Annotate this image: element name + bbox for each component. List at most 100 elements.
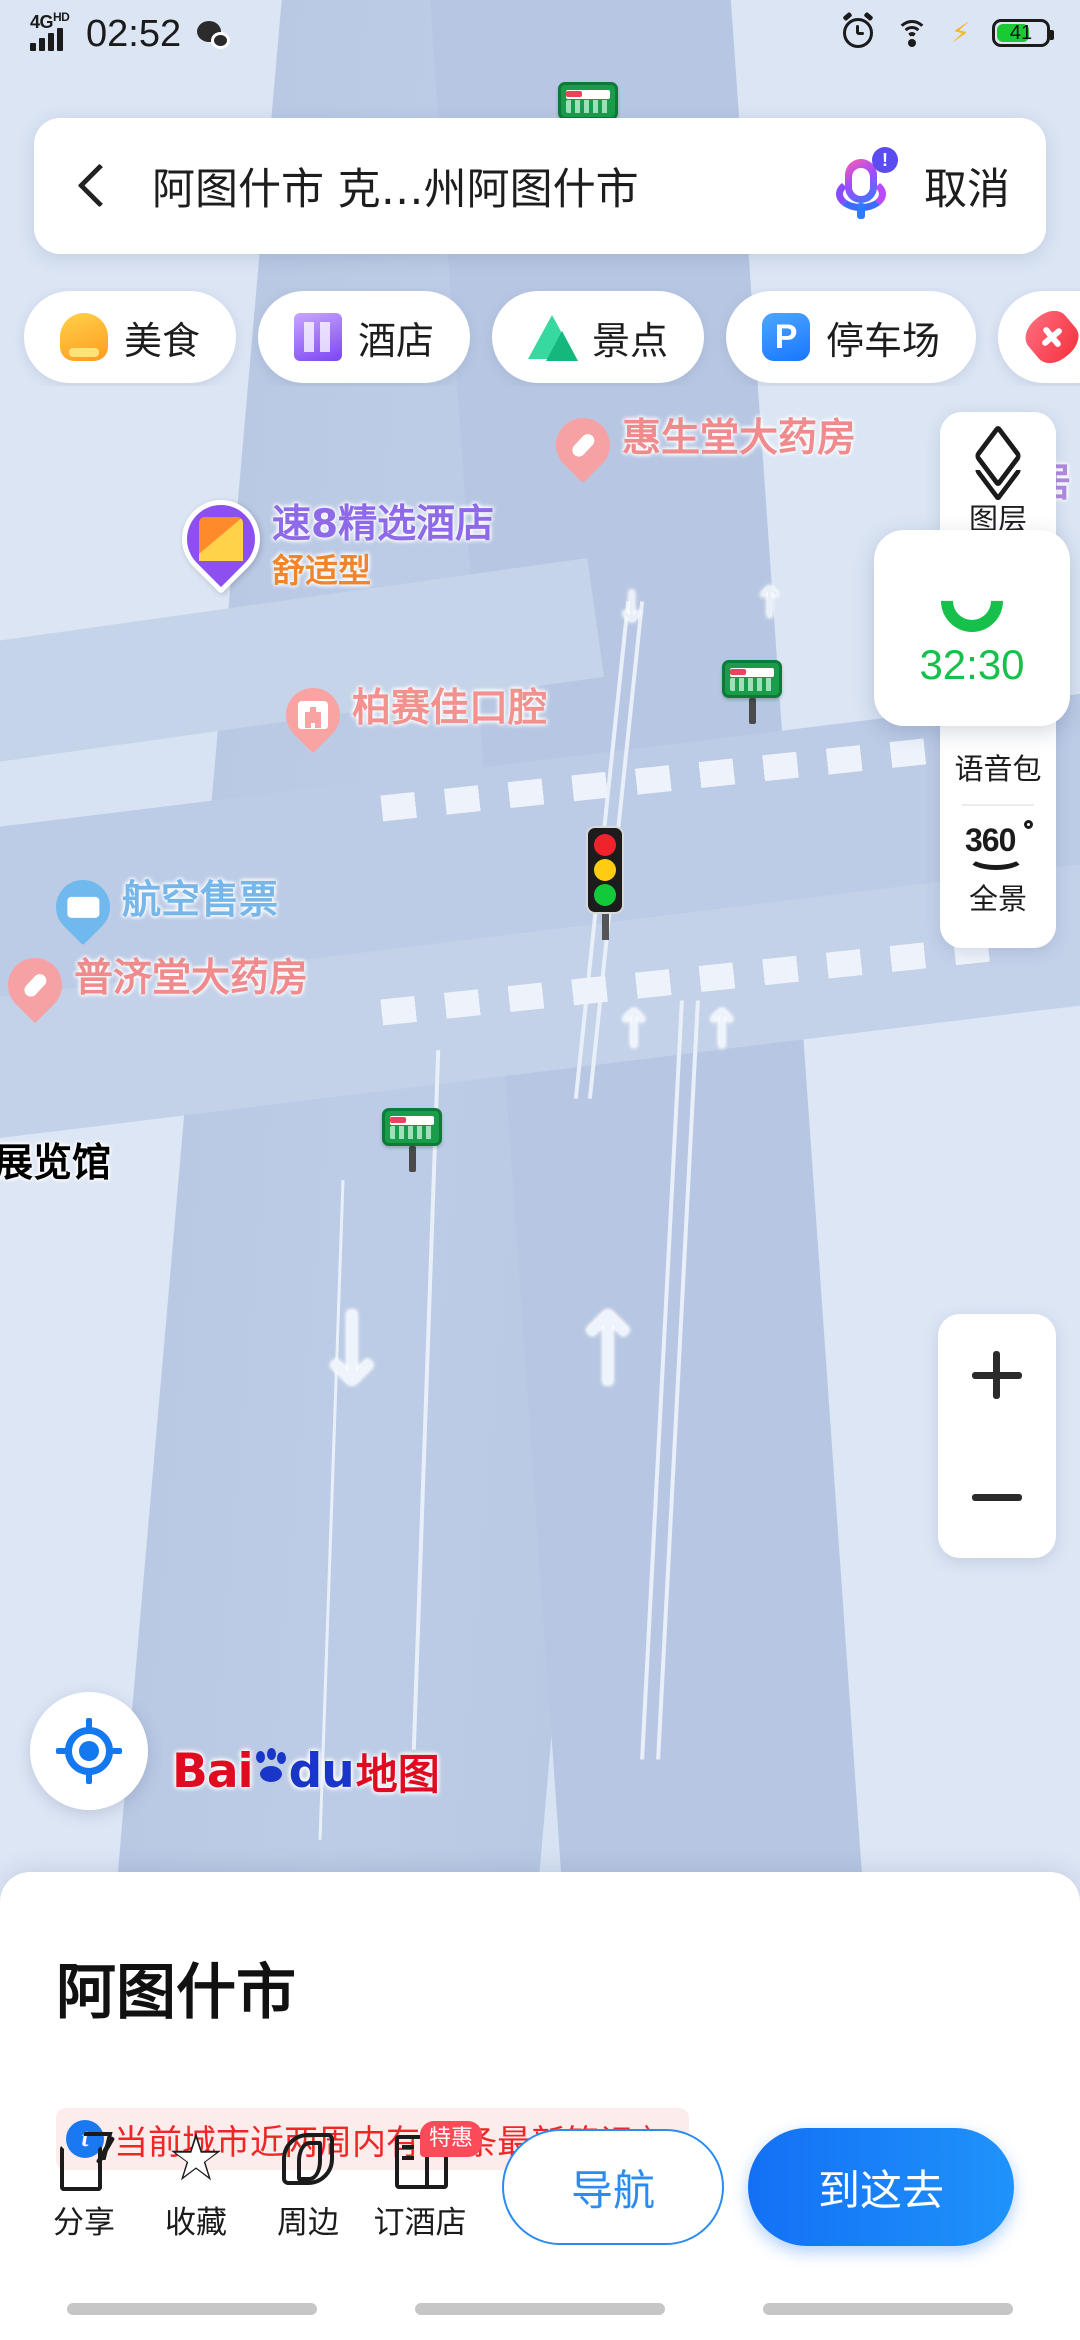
search-bar[interactable]: 阿图什市 克…州阿图什市 ! 取消 <box>34 118 1046 254</box>
book-hotel-label: 订酒店 <box>373 2204 467 2241</box>
parking-icon: P <box>762 313 811 361</box>
map-direction-arrow: ↓ <box>614 582 650 631</box>
search-input[interactable]: 阿图什市 克…州阿图什市 <box>152 155 826 217</box>
favorite-label: 收藏 <box>165 2204 227 2241</box>
action-bar[interactable]: 分享 收藏 周边 特惠 订酒店 导航 到这去 <box>0 2112 1080 2262</box>
wifi-icon <box>895 20 929 47</box>
poi-subtitle: 舒适型 <box>272 550 371 590</box>
map-edge-label-exhibition[interactable]: 展览馆 <box>0 1132 111 1188</box>
battery-icon: 41 <box>992 19 1054 47</box>
compass-icon <box>282 2132 334 2185</box>
chip-pharmacy[interactable] <box>998 291 1080 383</box>
wechat-icon <box>197 21 233 53</box>
logo-du-text: du <box>288 1744 355 1799</box>
green-road-sign-icon <box>382 1108 442 1172</box>
call-duration-label: 32:30 <box>919 641 1025 688</box>
share-button[interactable]: 分享 <box>28 2133 140 2242</box>
panorama-button[interactable]: 360 全景 <box>940 810 1056 930</box>
zoom-in-button[interactable] <box>938 1314 1056 1436</box>
ticket-pin-icon <box>44 868 122 946</box>
microphone-badge: ! <box>872 147 898 173</box>
chip-parking[interactable]: P 停车场 <box>726 291 977 383</box>
chip-hotel[interactable]: 酒店 <box>258 291 471 383</box>
baidu-paw-icon <box>255 1747 286 1785</box>
360-panorama-icon: 360 <box>965 820 1033 870</box>
locate-crosshair-icon <box>56 1718 122 1784</box>
logo-cn-text: 地图 <box>355 1750 440 1799</box>
plus-icon <box>972 1350 1022 1400</box>
charging-bolt-icon: ⚡ <box>951 17 970 48</box>
navigate-button[interactable]: 导航 <box>502 2129 724 2245</box>
map-poi-air-ticket[interactable]: 航空售票 <box>44 868 279 946</box>
pharmacy-icon <box>1018 303 1080 371</box>
chip-label: 酒店 <box>358 318 435 363</box>
poi-name: 柏赛佳口腔 <box>352 686 548 731</box>
food-icon <box>60 313 108 361</box>
green-road-sign-icon <box>722 660 782 724</box>
zoom-out-button[interactable] <box>938 1436 1056 1558</box>
voice-pack-label: 语音包 <box>954 752 1042 786</box>
category-chip-row[interactable]: 美食 酒店 景点 P 停车场 <box>0 288 1080 386</box>
android-navigation-bar[interactable] <box>0 2278 1080 2340</box>
baidu-maps-logo: Bai du 地图 <box>172 1741 440 1802</box>
chip-food[interactable]: 美食 <box>24 291 237 383</box>
chip-label: 美食 <box>124 318 201 363</box>
book-hotel-button[interactable]: 特惠 订酒店 <box>364 2120 482 2242</box>
zoom-controls[interactable] <box>938 1314 1056 1558</box>
promo-badge: 特惠 <box>419 2120 482 2157</box>
microphone-icon[interactable]: ! <box>826 147 898 221</box>
panorama-label: 全景 <box>968 882 1027 916</box>
map-direction-arrow: ↑ <box>700 1000 744 1060</box>
back-chevron-icon[interactable] <box>70 162 118 210</box>
poi-name: 普济堂大药房 <box>74 956 309 1001</box>
poi-name: 航空售票 <box>122 878 279 923</box>
traffic-light-icon <box>586 826 624 940</box>
share-label: 分享 <box>53 2204 115 2241</box>
page-title: 阿图什市 <box>56 1958 296 2028</box>
rail-divider <box>962 804 1034 806</box>
cellular-signal-icon: 4GHD <box>30 10 76 53</box>
favorite-button[interactable]: 收藏 <box>140 2132 252 2242</box>
map-poi-hotel-super8[interactable]: 速8精选酒店 舒适型 <box>165 483 495 595</box>
poi-name: 惠生堂大药房 <box>622 416 857 461</box>
battery-percent-label: 41 <box>1009 21 1033 44</box>
nav-back-key[interactable] <box>67 2303 317 2315</box>
map-direction-arrow: ↑ <box>566 1291 650 1408</box>
chip-label: 景点 <box>592 318 669 363</box>
attraction-icon <box>528 315 579 361</box>
nav-home-key[interactable] <box>415 2303 665 2315</box>
map-poi-dental-baisaijia[interactable]: 柏赛佳口腔 <box>274 676 548 754</box>
chip-attraction[interactable]: 景点 <box>492 291 705 383</box>
phone-icon <box>941 570 1003 632</box>
pharmacy-pin-icon <box>544 406 622 484</box>
voice-call-widget[interactable]: 32:30 <box>874 530 1070 726</box>
map-direction-arrow: ↓ <box>310 1291 394 1408</box>
logo-bai-text: Bai <box>172 1744 254 1799</box>
nearby-label: 周边 <box>277 2204 339 2241</box>
map-direction-arrow: ↑ <box>752 578 788 627</box>
hotel-pin-icon <box>165 483 277 595</box>
map-poi-pharmacy-huishengtang[interactable]: 惠生堂大药房 <box>544 406 857 484</box>
go-here-button[interactable]: 到这去 <box>748 2128 1014 2246</box>
hotel-icon <box>294 313 343 361</box>
share-icon <box>58 2133 115 2191</box>
status-bar-right: ⚡ 41 <box>843 17 1054 48</box>
status-bar: 4GHD 02:52 ⚡ 41 <box>0 0 1080 66</box>
network-hd-label: HD <box>53 10 70 24</box>
map-direction-arrow: ↑ <box>612 1000 656 1060</box>
map-poi-pharmacy-pujitang[interactable]: 普济堂大药房 <box>0 946 309 1024</box>
bottom-sheet[interactable]: 阿图什市 t 当前城市近两周内有30条最新笔记 〉 分享 收藏 周边 特惠 订酒… <box>0 1872 1080 2340</box>
minus-icon <box>972 1472 1022 1522</box>
status-bar-left: 4GHD 02:52 <box>30 10 233 55</box>
chip-label: 停车场 <box>826 318 941 363</box>
cancel-button[interactable]: 取消 <box>924 155 1010 217</box>
nav-recents-key[interactable] <box>763 2303 1013 2315</box>
status-bar-clock: 02:52 <box>86 13 182 55</box>
poi-name: 速8精选酒店 <box>272 502 495 547</box>
locate-button[interactable] <box>30 1692 148 1810</box>
pharmacy-pin-icon <box>0 946 74 1024</box>
star-icon <box>171 2132 221 2181</box>
layers-icon <box>970 423 1026 503</box>
dental-pin-icon <box>274 676 352 754</box>
nearby-button[interactable]: 周边 <box>252 2132 364 2242</box>
